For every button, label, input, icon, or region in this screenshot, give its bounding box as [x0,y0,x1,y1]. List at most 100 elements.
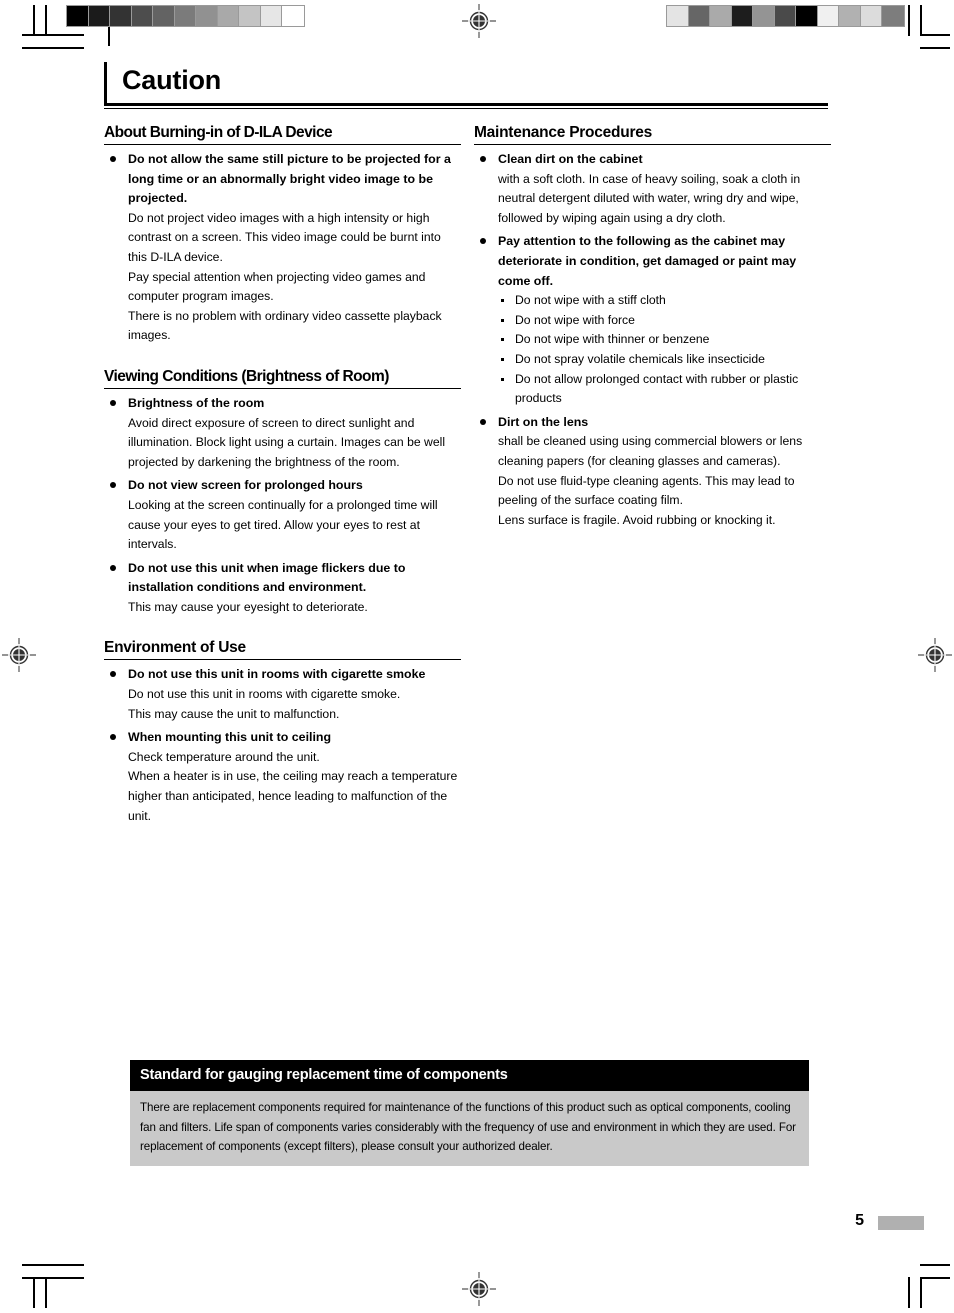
crop-mark-bottom-right-v [908,1277,910,1308]
color-swatch [131,6,153,26]
crop-mark-top-left-h [22,34,84,36]
page-number: 5 [855,1212,864,1229]
bullet-item: Brightness of the room Avoid direct expos… [104,394,461,472]
crop-mark-top-left-v [33,5,35,36]
sub-bullet-text: Do not allow prolonged contact with rubb… [515,371,799,406]
sub-bullet-list: Do not wipe with a stiff cloth Do not wip… [498,291,831,409]
color-swatch [174,6,196,26]
color-swatch [88,6,110,26]
color-swatch [753,6,775,26]
color-swatch [774,6,796,26]
bullet-item: Do not view screen for prolonged hours Lo… [104,476,461,554]
notice-heading: Standard for gauging replacement time of… [130,1060,809,1091]
bullet-item: Do not use this unit in rooms with cigar… [104,665,461,724]
sub-bullet-dot-icon [501,357,504,361]
crop-mark-top-left-v2 [45,5,47,36]
crop-mark-bottom-left-v2 [45,1277,47,1308]
crop-mark-bottom-right-v2 [920,1277,922,1308]
color-swatch [817,6,839,26]
bullet-list: Do not use this unit in rooms with cigar… [104,665,461,826]
registration-target-icon [462,1272,496,1306]
crop-mark-bottom-left-h [22,1264,84,1266]
color-swatch [196,6,218,26]
section-heading: Maintenance Procedures [474,124,831,145]
registration-target-icon [2,638,36,672]
crop-mark-top-left-h2 [22,47,84,49]
color-swatch [67,6,89,26]
bullet-dot-icon [110,399,116,406]
content-section: Maintenance Procedures Clean dirt on the … [474,124,831,530]
bullet-title: Clean dirt on the cabinet [498,152,643,166]
color-swatch [860,6,882,26]
bullet-paragraph: Check temperature around the unit. [128,749,320,764]
bullet-paragraph: Looking at the screen continually for a … [128,497,438,552]
bullet-title: Do not use this unit in rooms with cigar… [128,667,426,682]
title-rule-thick [104,103,828,106]
color-swatch [282,6,304,26]
crop-mark-bottom-right-h2 [920,1277,950,1279]
notice-body: There are replacement components require… [130,1091,809,1166]
section-heading: About Burning-in of D-ILA Device [104,124,461,145]
crop-mark-bottom-left-h2 [22,1277,84,1279]
bullet-paragraph: Do not project video images with a high … [128,210,441,264]
bullet-item: Pay attention to the following as the ca… [474,232,831,408]
sub-bullet-dot-icon [501,377,504,381]
bullet-dot-icon [480,238,486,245]
colorbar-tick [108,27,110,46]
sub-bullet-item: Do not wipe with force [498,311,831,331]
color-swatch [260,6,282,26]
title-rule-thin [104,108,828,109]
crop-mark-top-right-v2 [920,5,922,36]
bullet-dot-icon [110,671,116,678]
bullet-paragraph: This may cause the unit to malfunction. [128,706,340,721]
sub-bullet-item: Do not wipe with thinner or benzene [498,330,831,350]
color-swatch [839,6,861,26]
page-title: Caution [122,65,222,95]
color-swatch [710,6,732,26]
crop-mark-bottom-left-v [33,1277,35,1308]
replacement-notice-box: Standard for gauging replacement time of… [130,1060,809,1166]
sub-bullet-item: Do not wipe with a stiff cloth [498,291,831,311]
bullet-item: Do not use this unit when image flickers… [104,559,461,618]
title-accent-bar [104,62,107,104]
bullet-dot-icon [110,734,116,741]
bullet-list: Clean dirt on the cabinet with a soft clo… [474,150,831,530]
color-swatch [153,6,175,26]
bullet-title: Brightness of the room [128,395,265,410]
bullet-item: Do not allow the same still picture to b… [104,150,461,346]
sub-bullet-dot-icon [501,318,504,322]
bullet-paragraph: Avoid direct exposure of screen to direc… [128,415,446,469]
bullet-paragraph: Do not use fluid-type cleaning agents. T… [498,473,795,508]
bullet-item: When mounting this unit to ceiling Check … [104,728,461,826]
sub-bullet-text: Do not wipe with a stiff cloth [515,293,666,308]
bullet-dot-icon [110,564,116,571]
crop-mark-top-right-v [908,5,910,36]
color-swatch [239,6,261,26]
crop-mark-top-right-h2 [920,47,950,49]
content-section: Environment of Use Do not use this unit i… [104,639,461,826]
document-page: Caution About Burning-in of D-ILA Device… [0,0,954,1313]
bullet-dot-icon [480,156,486,162]
bullet-dot-icon [110,156,116,162]
section-heading: Environment of Use [104,639,461,661]
bullet-paragraph: There is no problem with ordinary video … [128,308,442,343]
left-column: About Burning-in of D-ILA Device Do not a… [104,124,461,826]
color-swatch [110,6,132,26]
page-thumb-tab [878,1216,924,1230]
bullet-paragraph: with a soft cloth. In case of heavy soil… [498,171,801,225]
bullet-title: Pay attention to the following as the ca… [498,234,797,288]
color-swatch [882,6,904,26]
bullet-dot-icon [110,482,116,489]
bullet-title: Do not use this unit when image flickers… [128,560,406,595]
color-swatch [796,6,818,26]
section-heading: Viewing Conditions (Brightness of Room) [104,368,461,389]
sub-bullet-dot-icon [501,338,504,342]
bullet-list: Do not allow the same still picture to b… [104,150,461,346]
registration-target-icon-bottom [462,1272,496,1306]
bullet-paragraph: Do not use this unit in rooms with cigar… [128,687,401,702]
bullet-paragraph: Pay special attention when projecting vi… [128,269,426,304]
bullet-paragraph: shall be cleaned using using commercial … [498,434,803,468]
sub-bullet-text: Do not spray volatile chemicals like ins… [515,351,765,366]
sub-bullet-text: Do not wipe with force [515,312,635,327]
right-column: Maintenance Procedures Clean dirt on the … [474,124,831,530]
